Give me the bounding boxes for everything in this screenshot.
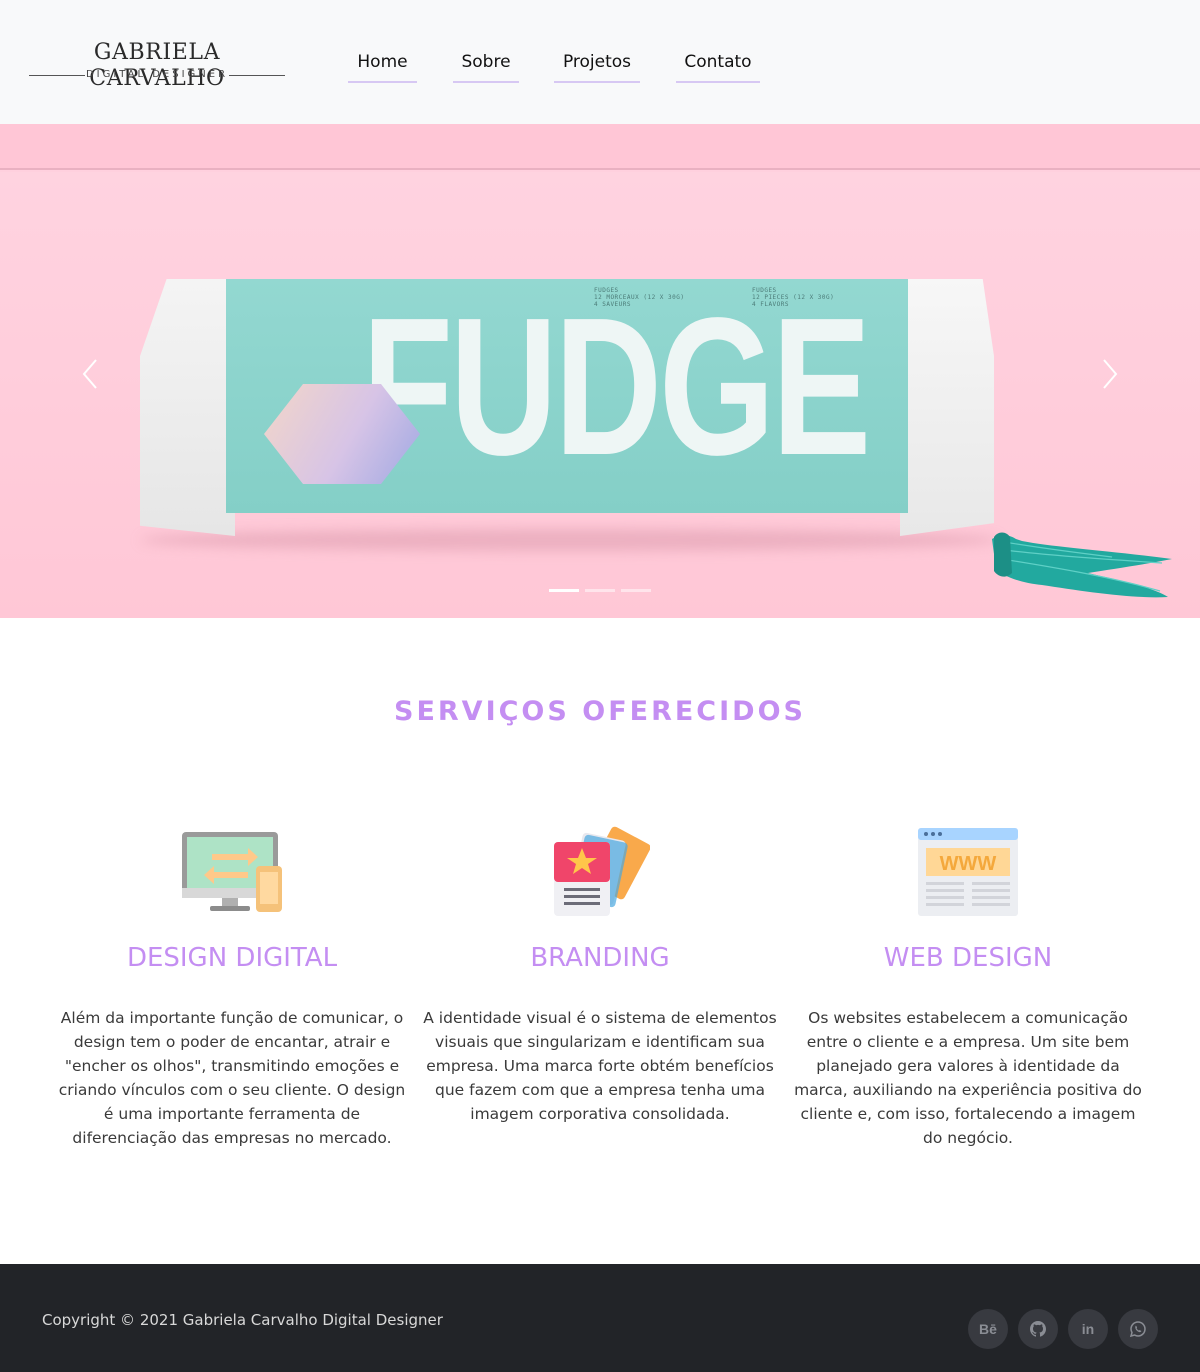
product-label-right: FUDGES 12 PIECES (12 X 30G) 4 FLAVORS [752, 287, 835, 308]
behance-icon: Bē [979, 1321, 997, 1337]
site-footer: Copyright © 2021 Gabriela Carvalho Digit… [0, 1264, 1200, 1372]
hero-carousel: FUDGE FUDGES 12 MORCEAUX (12 X 30G) 4 SA… [0, 124, 1200, 618]
whatsapp-link[interactable] [1118, 1309, 1158, 1349]
logo-divider-right [229, 75, 285, 76]
linkedin-icon: in [1081, 1321, 1095, 1337]
product-label-left: FUDGES 12 MORCEAUX (12 X 30G) 4 SAVEURS [594, 287, 685, 308]
service-description: Além da importante função de comunicar, … [58, 1009, 406, 1147]
website-www-icon: WWW [918, 826, 1018, 918]
logo-name: GABRIELA CARVALHO [89, 40, 225, 91]
service-design-digital: DESIGN DIGITAL Além da importante função… [46, 826, 418, 1156]
nav-home[interactable]: Home [348, 49, 417, 83]
site-header: GABRIELA CARVALHO DIGITAL DESIGNER Home … [0, 0, 1200, 124]
github-link[interactable] [1018, 1309, 1058, 1349]
branding-cards-icon [550, 826, 651, 918]
logo[interactable]: GABRIELA CARVALHO DIGITAL DESIGNER [26, 40, 288, 91]
service-title: DESIGN DIGITAL [126, 943, 338, 973]
nav-projetos[interactable]: Projetos [554, 49, 640, 83]
service-title: WEB DESIGN [883, 943, 1053, 973]
carousel-indicator-1[interactable] [549, 589, 579, 592]
product-sleeve: FUDGE FUDGES 12 MORCEAUX (12 X 30G) 4 SA… [226, 279, 908, 513]
service-description: A identidade visual é o sistema de eleme… [423, 1009, 777, 1123]
product-box-end-right [900, 279, 994, 536]
hero-product-image: FUDGE FUDGES 12 MORCEAUX (12 X 30G) 4 SA… [140, 279, 994, 536]
whatsapp-icon [1129, 1321, 1146, 1338]
linkedin-link[interactable]: in [1068, 1309, 1108, 1349]
svg-text:WWW: WWW [940, 853, 997, 875]
service-web-design: WWW WEB DESIGN Os websites estabelecem a… [782, 826, 1154, 1156]
nav-contato[interactable]: Contato [676, 49, 760, 83]
service-branding: BRANDING A identidade visual é o sistema… [414, 826, 786, 1156]
copyright-text: Copyright © 2021 Gabriela Carvalho Digit… [42, 1311, 443, 1329]
carousel-prev-button[interactable] [70, 354, 110, 394]
product-box-end-left [140, 279, 235, 536]
hero-backdrop-wall [0, 124, 1200, 170]
carousel-indicator-3[interactable] [621, 589, 651, 592]
service-title: BRANDING [530, 943, 670, 973]
nav-sobre[interactable]: Sobre [453, 49, 519, 83]
devices-sync-icon [182, 826, 282, 918]
service-description: Os websites estabelecem a comunicação en… [794, 1009, 1142, 1147]
tassel-image [992, 529, 1178, 603]
carousel-indicator-2[interactable] [585, 589, 615, 592]
chevron-right-icon [1103, 359, 1118, 389]
behance-link[interactable]: Bē [968, 1309, 1008, 1349]
services-title: SERVIÇOS OFERECIDOS [394, 696, 806, 727]
chevron-left-icon [82, 359, 97, 389]
product-word: FUDGE [362, 277, 871, 496]
carousel-next-button[interactable] [1090, 354, 1130, 394]
github-icon [1030, 1321, 1046, 1337]
